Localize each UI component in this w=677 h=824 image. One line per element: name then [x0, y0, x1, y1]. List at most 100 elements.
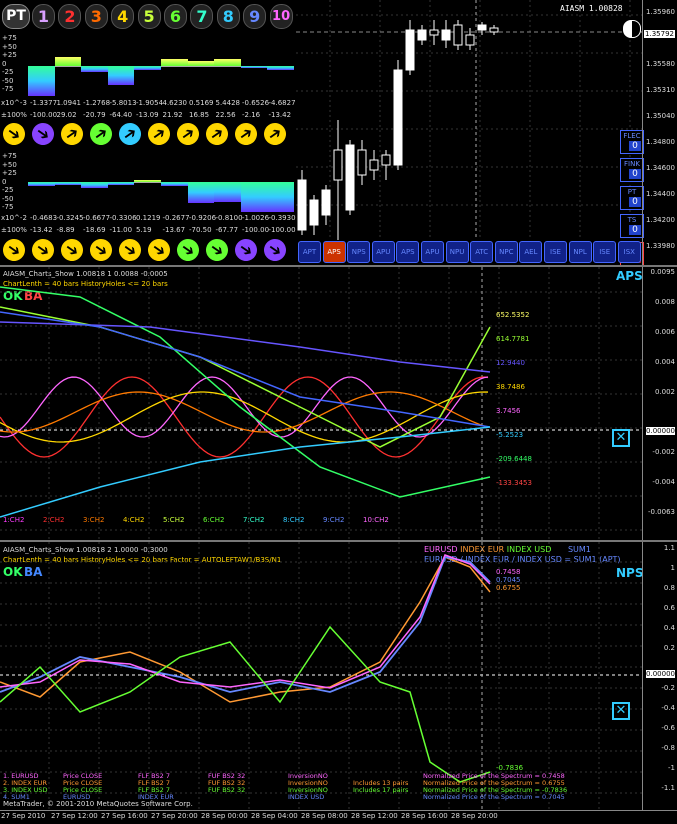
pt-button[interactable]: PT [2, 4, 30, 29]
arrow-down-icon[interactable]: ➔ [114, 234, 146, 266]
aps-oscillator-chart: 652.5352 614.7781 12.9440 38.7486 3.7456 -5.2… [0, 267, 643, 540]
pair-button-7[interactable]: 7 [190, 4, 214, 29]
arrow-down-icon[interactable]: ➔ [27, 234, 59, 266]
bottom-button-apu[interactable]: APU [371, 241, 395, 263]
osc-axis-tick: -0.0063 [647, 508, 675, 516]
price-tick: 1.35960 [646, 8, 675, 16]
row-value: 0.1219 [136, 214, 161, 222]
pair-button-10[interactable]: 10 [269, 4, 293, 29]
yin-yang-icon[interactable] [623, 20, 641, 38]
series-value-label: 0.6755 [496, 584, 521, 592]
arrow-up-icon[interactable]: ➔ [143, 118, 175, 150]
series-value-label: 12.9440 [496, 359, 525, 367]
bottom-button-ael[interactable]: AEL [519, 241, 543, 263]
osc-axis-tick: -0.6 [661, 724, 675, 732]
pair-button-3[interactable]: 3 [84, 4, 108, 29]
time-tick: 27 Sep 12:00 [51, 812, 98, 820]
hist-bar [107, 182, 135, 186]
row-value: -100.00 [268, 226, 296, 234]
pair-button-1[interactable]: 1 [32, 4, 55, 29]
row-value: 5.4428 [215, 99, 241, 107]
row-value: -0.3930 [268, 214, 296, 222]
arrow-down-icon[interactable]: ➔ [27, 118, 59, 150]
arrow-down-icon[interactable]: ➔ [230, 234, 262, 266]
time-tick: 28 Sep 00:00 [201, 812, 248, 820]
row-value: -4.6827 [268, 99, 296, 107]
arrow-down-icon[interactable]: ➔ [0, 234, 30, 266]
side-button-label: PT [627, 188, 637, 196]
arrow-up-icon[interactable]: ➔ [172, 118, 204, 150]
time-tick: 28 Sep 20:00 [451, 812, 498, 820]
arrow-up-icon[interactable]: ➔ [85, 118, 117, 150]
side-button-pt[interactable]: PT 0 [620, 186, 644, 210]
close-indicator-icon[interactable]: ✕ [612, 429, 630, 447]
arrow-up-icon[interactable]: ➔ [259, 118, 291, 150]
pair-button-4[interactable]: 4 [111, 4, 135, 29]
bottom-button-isx[interactable]: ISX [617, 241, 641, 263]
nps-oscillator-pane: AIASM_Charts_Show 1.00818 2 1.0000 -0.30… [0, 542, 677, 810]
candle-body [357, 149, 367, 176]
pair-button-8[interactable]: 8 [216, 4, 240, 29]
pair-button-5[interactable]: 5 [137, 4, 161, 29]
osc-axis-tick: 1 [670, 564, 675, 572]
side-button-ts[interactable]: TS 0 [620, 214, 644, 238]
row-value: -13.67 [162, 226, 186, 234]
bottom-button-ise[interactable]: ISE [544, 241, 567, 263]
legend-cell: FUF BS2 32 [208, 786, 246, 794]
bottom-button-aps[interactable]: APS [396, 241, 420, 263]
osc-axis-tick: -1 [668, 764, 675, 772]
histogram-upper: +75 +50 +25 0 -25 -50 -75 [0, 32, 296, 96]
pair-button-9[interactable]: 9 [243, 4, 267, 29]
bottom-button-npu[interactable]: NPU [445, 241, 469, 263]
arrow-down-icon[interactable]: ➔ [143, 234, 175, 266]
side-button-fink[interactable]: FINK 0 [620, 158, 644, 182]
row-prefix: x10^-2 [1, 214, 27, 222]
price-tick: 1.35580 [646, 60, 675, 68]
arrow-down-icon[interactable]: ➔ [0, 118, 30, 150]
price-tick: 1.34600 [646, 164, 675, 172]
candle-body [309, 199, 319, 226]
arrow-up-icon[interactable]: ➔ [230, 118, 262, 150]
bottom-button-apt[interactable]: APT [298, 241, 321, 263]
row-value: 21.92 [162, 111, 183, 119]
row-value: -0.6677 [83, 214, 111, 222]
osc-axis-tick: 0.008 [654, 298, 675, 306]
arrow-down-icon[interactable]: ➔ [259, 234, 291, 266]
arrow-up-icon[interactable]: ➔ [56, 118, 88, 150]
bottom-button-apu[interactable]: APU [421, 241, 444, 263]
row-value: -1.9054 [136, 99, 164, 107]
bottom-button-ise[interactable]: ISE [593, 241, 617, 263]
side-button-label: TS [627, 216, 637, 224]
pair-button-6[interactable]: 6 [164, 4, 187, 29]
arrow-down-icon[interactable]: ➔ [56, 234, 88, 266]
legend-cell: Normalized Price of the Spectrum = 0.704… [423, 793, 565, 801]
osc-axis-tick: -0.8 [661, 744, 675, 752]
arrow-up-icon[interactable]: ➔ [114, 118, 146, 150]
row-value: 4.6230 [162, 99, 188, 107]
side-button-flec[interactable]: FLEC 0 [620, 130, 644, 154]
arrow-up-icon[interactable]: ➔ [201, 118, 233, 150]
arrow-down-icon[interactable]: ➔ [85, 234, 117, 266]
osc-axis-tick: 0.2 [663, 644, 675, 652]
arrow-down-icon[interactable]: ➔ [201, 234, 233, 266]
hist-bar [267, 182, 294, 212]
osc-axis-tick: 0.006 [654, 328, 675, 336]
bottom-button-aps[interactable]: APS [322, 241, 346, 263]
series-value-label: -5.2523 [496, 431, 523, 439]
close-indicator-icon-2[interactable]: ✕ [612, 702, 630, 720]
pair-button-2[interactable]: 2 [58, 4, 82, 29]
bottom-button-npl[interactable]: NPL [568, 241, 592, 263]
arrow-down-icon[interactable]: ➔ [172, 234, 204, 266]
time-tick: 28 Sep 16:00 [401, 812, 448, 820]
bottom-button-nps[interactable]: NPS [347, 241, 371, 263]
row-value: -2.16 [242, 111, 261, 119]
hist-bar [214, 182, 241, 203]
bottom-button-atc[interactable]: ATC [470, 241, 494, 263]
legend-item: 10:CH2 [363, 516, 389, 524]
osc-axis-tick: 0.00000 [646, 670, 675, 678]
series-value-label: 0.7045 [496, 576, 521, 584]
side-button-zero: 0 [629, 169, 641, 179]
row-value: -0.2677 [162, 214, 190, 222]
row-value: 0.5169 [189, 99, 214, 107]
bottom-button-npc[interactable]: NPC [494, 241, 518, 263]
